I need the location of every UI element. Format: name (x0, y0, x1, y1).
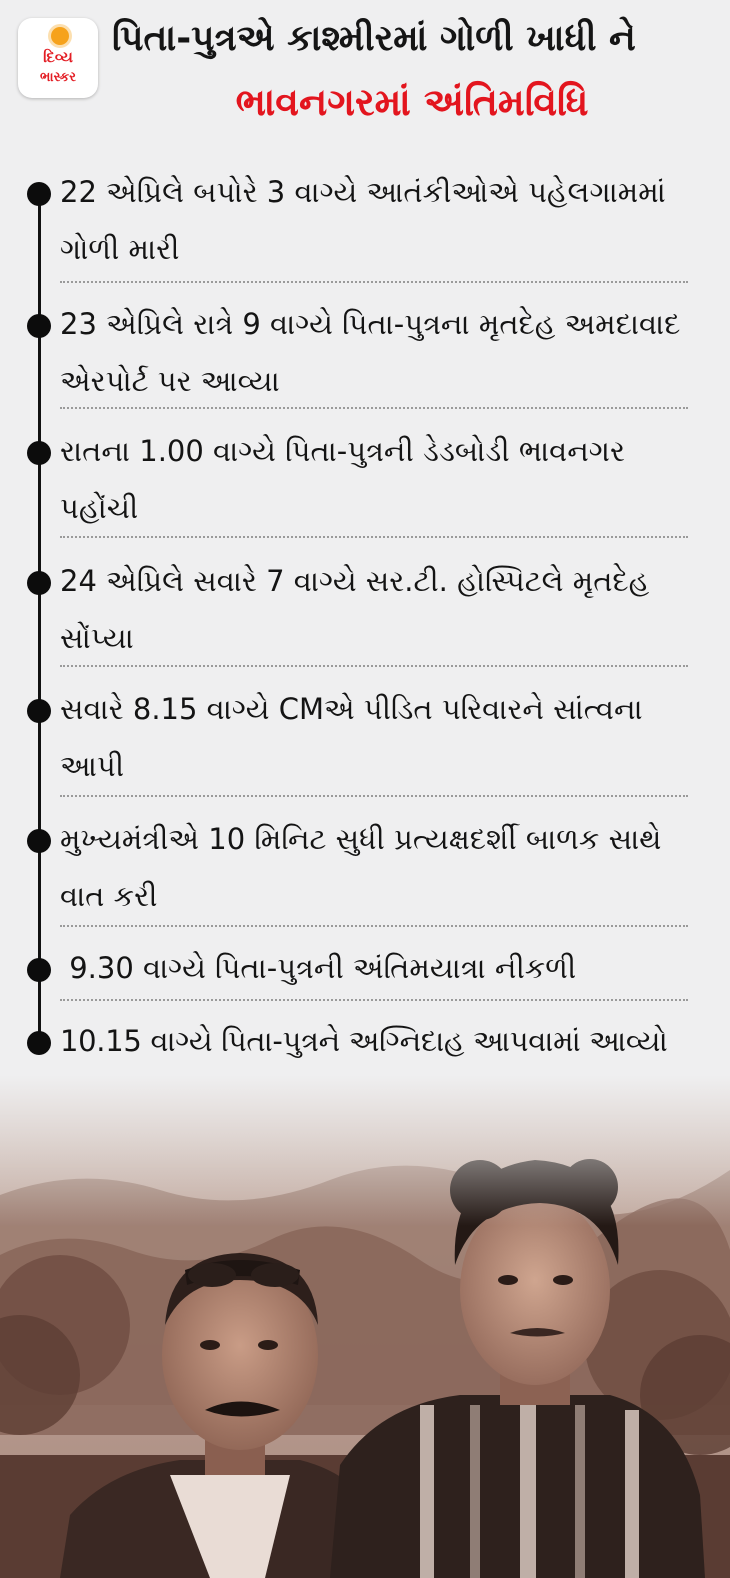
logo-text-line2: ભાસ્કર (40, 70, 76, 85)
father-son-photo (0, 1075, 730, 1578)
timeline-text: મુખ્યમંત્રીએ 10 મિનિટ સુધી પ્રત્યક્ષદર્શ… (60, 822, 662, 913)
separator (60, 665, 688, 667)
timeline-dot (27, 571, 51, 595)
timeline-dot (27, 441, 51, 465)
timeline-text: સવારે 8.15 વાગ્યે CMએ પીડિત પરિવારને સાં… (60, 692, 643, 783)
timeline-text: રાતના 1.00 વાગ્યે પિતા-પુત્રની ડેડબોડી ભ… (60, 434, 625, 525)
separator (60, 407, 688, 409)
separator (60, 999, 688, 1001)
timeline-dot (27, 699, 51, 723)
timeline-text: 9.30 વાગ્યે પિતા-પુત્રની અંતિમયાત્રા નીક… (60, 951, 577, 985)
separator (60, 281, 688, 283)
separator (60, 925, 688, 927)
sun-icon (51, 27, 69, 45)
timeline-dot (27, 1031, 51, 1055)
timeline-text: 23 એપ્રિલે રાત્રે 9 વાગ્યે પિતા-પુત્રના … (60, 307, 681, 398)
divya-bhaskar-logo: દિવ્ય ભાસ્કર (18, 18, 98, 98)
timeline-text: 24 એપ્રિલે સવારે 7 વાગ્યે સર.ટી. હોસ્પિટ… (60, 564, 650, 655)
timeline-text: 10.15 વાગ્યે પિતા-પુત્રને અગ્નિદાહ આપવામ… (60, 1024, 668, 1058)
separator (60, 795, 688, 797)
headline-line1: પિતા-પુત્રએ કાશ્મીરમાં ગોળી ખાધી ને (112, 18, 636, 59)
timeline-text: 22 એપ્રિલે બપોરે 3 વાગ્યે આતંકીઓએ પહેલગા… (60, 175, 666, 266)
timeline-dot (27, 314, 51, 338)
headline-line2: ભાવનગરમાં અંતિમવિધિ (235, 80, 589, 124)
timeline-dot (27, 958, 51, 982)
timeline-dot (27, 182, 51, 206)
timeline-dot (27, 829, 51, 853)
separator (60, 536, 688, 538)
header: દિવ્ય ભાસ્કર પિતા-પુત્રએ કાશ્મીરમાં ગોળી… (0, 0, 730, 150)
logo-text-line1: દિવ્ય (43, 48, 73, 66)
